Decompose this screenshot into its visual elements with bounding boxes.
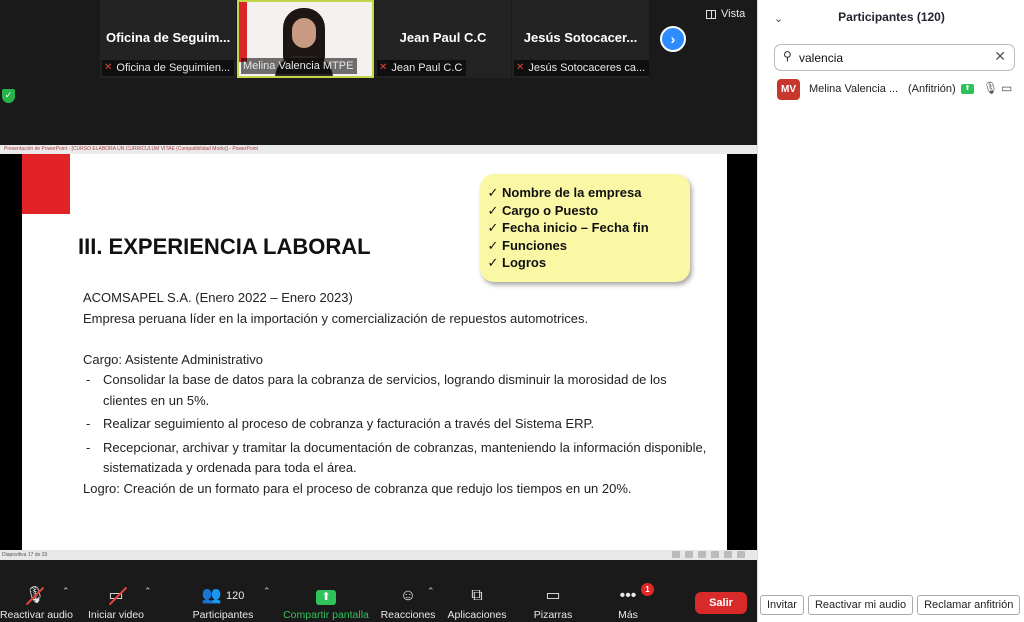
avatar: MV [777,79,800,100]
position-title: Asistente Administrativo [124,351,263,367]
whiteboards-button[interactable]: ▭ Pizarras [530,576,576,622]
checkmark-icon: ✓ [487,202,499,218]
claim-host-button[interactable]: Reclamar anfitrión [917,595,1021,615]
checklist-item: ✓ Nombre de la empresa [484,184,690,202]
video-tile[interactable]: Oficina de Seguim... ✕ Oficina de Seguimi… [100,0,236,78]
panel-title: Participantes (120) [838,10,945,24]
notification-badge: 1 [641,583,654,596]
more-button[interactable]: ••• Más [612,576,644,622]
checklist-item: ✓ Logros [484,254,690,272]
slide-title: III. EXPERIENCIA LABORAL [78,234,371,259]
company-description: Empresa peruana líder en la importación … [83,310,589,326]
duty-item: Recepcionar, archivar y tramitar la docu… [83,438,713,479]
participants-count: 120 [226,590,245,602]
reactions-button[interactable]: ☺ Reacciones ⌃ [380,576,436,622]
unmute-me-button[interactable]: Reactivar mi audio [807,595,914,615]
tile-name-label: ✕ Jean Paul C.C [377,60,467,76]
shared-screen: III. EXPERIENCIA LABORAL ✓ Nombre de la e… [0,154,757,550]
unmute-button[interactable]: 🎙 Reactivar audio ⌃ [0,576,73,622]
tile-display-name: Jean Paul C.C [399,30,487,45]
participant-search[interactable]: ⚲ ✕ [774,44,1015,71]
slide-red-accent [22,154,70,214]
presentation-slide: III. EXPERIENCIA LABORAL ✓ Nombre de la e… [22,154,727,550]
muted-mic-icon: ✕ [104,62,113,73]
panel-footer-buttons: Invitar Reactivar mi audio Reclamar anfi… [760,595,1024,615]
camera-icon[interactable]: ▭ [1001,81,1012,95]
meeting-area: Oficina de Seguim... ✕ Oficina de Seguimi… [0,0,757,622]
checkmark-icon: ✓ [487,185,499,200]
tile-label-text: Jesús Sotocaceres ca... [528,62,646,74]
chevron-up-icon[interactable]: ⌃ [62,586,70,597]
duty-item: Realizar seguimiento al proceso de cobra… [83,414,713,435]
tile-display-name: Jesús Sotocacer... [523,30,638,45]
video-off-icon: ▭ [86,584,146,608]
tile-label-text: Jean Paul C.C [391,62,463,74]
tile-name-label: ✕ Jesús Sotocaceres ca... [514,60,649,76]
sharing-indicator-icon: ⬆ [961,84,974,94]
chevron-up-icon[interactable]: ⌃ [144,586,152,597]
apps-button[interactable]: ⧉ Aplicaciones [447,576,507,622]
tile-label-text: Oficina de Seguimien... [116,62,231,74]
tile-label-text: Melina Valencia MTPE [243,60,354,72]
achievement-line: Logro: Creación de un formato para el pr… [83,480,632,496]
apps-icon: ⧉ [471,587,483,604]
company-name: ACOMSAPEL S.A. [83,290,192,305]
view-label: Vista [721,8,746,20]
microphone-icon[interactable]: 🎙 [983,81,998,95]
achievement-text: Creación de un formato para el proceso d… [123,480,632,496]
muted-mic-icon: ✕ [379,62,388,73]
duty-item: Consolidar la base de datos para la cobr… [83,370,713,411]
search-input[interactable] [799,49,989,67]
checklist-item: ✓ Cargo o Puesto [484,202,690,220]
start-video-button[interactable]: ▭ Iniciar video ⌃ [86,576,152,622]
zoom-window: Oficina de Seguim... ✕ Oficina de Seguimi… [0,0,1024,622]
background-red-bar [239,2,247,62]
share-screen-icon: ⬆ [316,590,336,605]
muted-mic-icon: ✕ [516,62,525,73]
leave-button[interactable]: Salir [695,592,747,614]
participants-panel: ⌄ Participantes (120) ⚲ ✕ MV Melina Vale… [757,0,1024,622]
tile-name-label: ✕ Oficina de Seguimien... [102,60,235,76]
slide-content: ACOMSAPEL S.A. (Enero 2022 – Enero 2023)… [83,288,713,499]
invite-button[interactable]: Invitar [760,595,804,615]
participants-button[interactable]: 👥 120 Participantes ⌃ [190,576,271,622]
checkmark-icon: ✓ [487,237,499,253]
view-controls [672,551,745,558]
company-dates: (Enero 2022 – Enero 2023) [195,290,353,305]
participant-row[interactable]: MV Melina Valencia ... (Anfitrión) ⬆ 🎙 ▭ [758,78,1024,102]
participants-icon: 👥 [201,587,222,604]
grid-icon [706,9,716,19]
view-button[interactable]: Vista [706,8,745,20]
security-shield-icon[interactable]: ✓ [2,89,15,103]
powerpoint-statusbar: Diapositiva 17 de 33 [0,550,757,560]
clear-icon[interactable]: ✕ [994,48,1006,65]
video-tile[interactable]: Jesús Sotocacer... ✕ Jesús Sotocaceres ca… [512,0,649,78]
chevron-up-icon[interactable]: ⌃ [427,586,435,597]
checklist-item: ✓ Funciones [484,237,690,255]
video-strip: Oficina de Seguim... ✕ Oficina de Seguimi… [0,0,757,80]
chevron-up-icon[interactable]: ⌃ [263,586,271,597]
position-line: Cargo: Asistente Administrativo [83,351,263,367]
search-icon: ⚲ [783,49,792,63]
slide-counter: Diapositiva 17 de 33 [2,552,48,558]
participant-role: (Anfitrión) [908,83,956,95]
shared-window-titlebar: Presentación de PowerPoint - [CURSO ELAB… [0,145,757,154]
whiteboard-icon: ▭ [545,587,561,604]
video-tile[interactable]: Jean Paul C.C ✕ Jean Paul C.C [375,0,511,78]
share-screen-button[interactable]: ⬆ Compartir pantalla [282,576,370,622]
video-tile-active-speaker[interactable]: Melina Valencia MTPE [237,0,374,78]
checkmark-icon: ✓ [487,255,499,271]
checkmark-icon: ✓ [487,220,499,236]
more-dots-icon: ••• [619,587,637,604]
tile-name-label: Melina Valencia MTPE [241,58,358,74]
company-line: ACOMSAPEL S.A. (Enero 2022 – Enero 2023) [83,288,713,309]
checklist-item: ✓ Fecha inicio – Fecha fin [484,219,690,237]
participant-name: Melina Valencia ... [809,83,899,95]
next-page-arrow-icon[interactable]: › [660,26,686,52]
tile-display-name: Oficina de Seguim... [106,30,231,45]
checklist-callout: ✓ Nombre de la empresa ✓ Cargo o Puesto ✓ F… [480,174,690,282]
muted-microphone-icon: 🎙 [0,584,70,608]
